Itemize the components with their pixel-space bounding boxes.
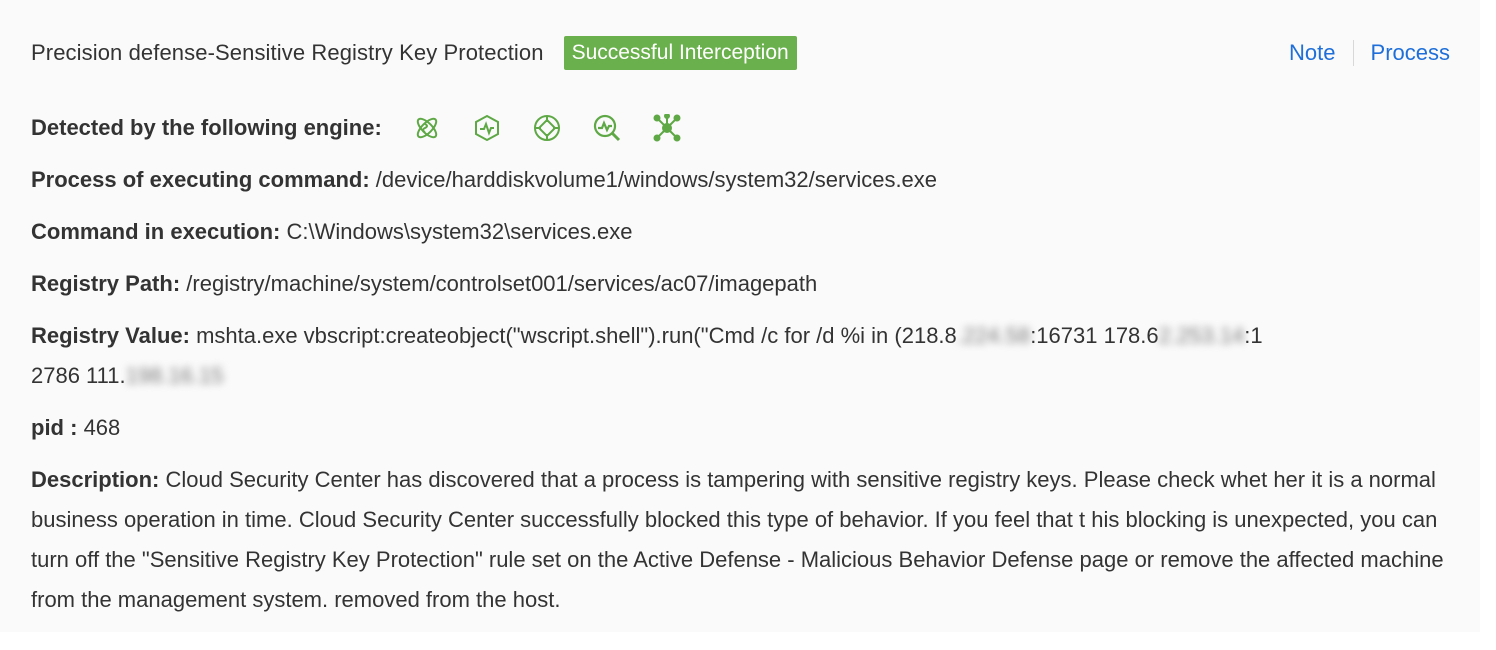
command-value: C:\Windows\system32\services.exe	[286, 219, 633, 244]
registry-value-text-3: :1	[1244, 323, 1263, 348]
redacted-ip-3: 198.16.15	[125, 363, 224, 388]
header-actions: Note Process	[1289, 40, 1450, 66]
registry-value-label: Registry Value:	[31, 323, 190, 348]
command-label: Command in execution:	[31, 219, 281, 244]
magnify-pulse-icon[interactable]	[592, 113, 622, 143]
registry-value-text-1: mshta.exe vbscript:createobject("wscript…	[196, 323, 957, 348]
engine-row: Detected by the following engine:	[31, 108, 1466, 148]
status-badge: Successful Interception	[563, 36, 797, 70]
registry-value-line-2: 2786 111.198.16.15	[31, 356, 1466, 396]
registry-value-text-2: :16731 178.6	[1030, 323, 1159, 348]
registry-value-row: Registry Value: mshta.exe vbscript:creat…	[31, 316, 1466, 396]
registry-path-value: /registry/machine/system/controlset001/s…	[186, 271, 818, 296]
action-divider	[1352, 40, 1354, 66]
network-node-icon[interactable]	[652, 113, 682, 143]
pid-value: 468	[83, 415, 121, 440]
redacted-ip-2: 2.253.14	[1158, 323, 1245, 348]
alert-detail-card: Precision defense-Sensitive Registry Key…	[0, 0, 1480, 632]
hexagon-pulse-icon[interactable]	[472, 113, 502, 143]
command-row: Command in execution: C:\Windows\system3…	[31, 212, 1466, 252]
process-link[interactable]: Process	[1371, 40, 1450, 66]
pid-label: pid :	[31, 415, 78, 440]
registry-value-line-1: Registry Value: mshta.exe vbscript:creat…	[31, 316, 1466, 356]
alert-details: Detected by the following engine: Proces…	[31, 108, 1466, 632]
redacted-ip-1: .224.58	[956, 323, 1031, 348]
alert-title: Precision defense-Sensitive Registry Key…	[31, 40, 544, 65]
description-value: Cloud Security Center has discovered tha…	[31, 467, 1444, 612]
note-link[interactable]: Note	[1289, 40, 1335, 66]
process-label: Process of executing command:	[31, 167, 370, 192]
alert-header: Precision defense-Sensitive Registry Key…	[31, 36, 1450, 70]
registry-path-row: Registry Path: /registry/machine/system/…	[31, 264, 1466, 304]
description-row: Description: Cloud Security Center has d…	[31, 460, 1466, 620]
process-value: /device/harddiskvolume1/windows/system32…	[375, 167, 938, 192]
description-label: Description:	[31, 467, 160, 492]
pid-row: pid : 468	[31, 408, 1466, 448]
registry-value-text-4: 2786 111.	[31, 363, 126, 388]
crosshair-icon[interactable]	[532, 113, 562, 143]
registry-path-label: Registry Path:	[31, 271, 181, 296]
atom-icon[interactable]	[412, 113, 442, 143]
process-row: Process of executing command: /device/ha…	[31, 160, 1466, 200]
engine-label: Detected by the following engine:	[31, 115, 382, 140]
